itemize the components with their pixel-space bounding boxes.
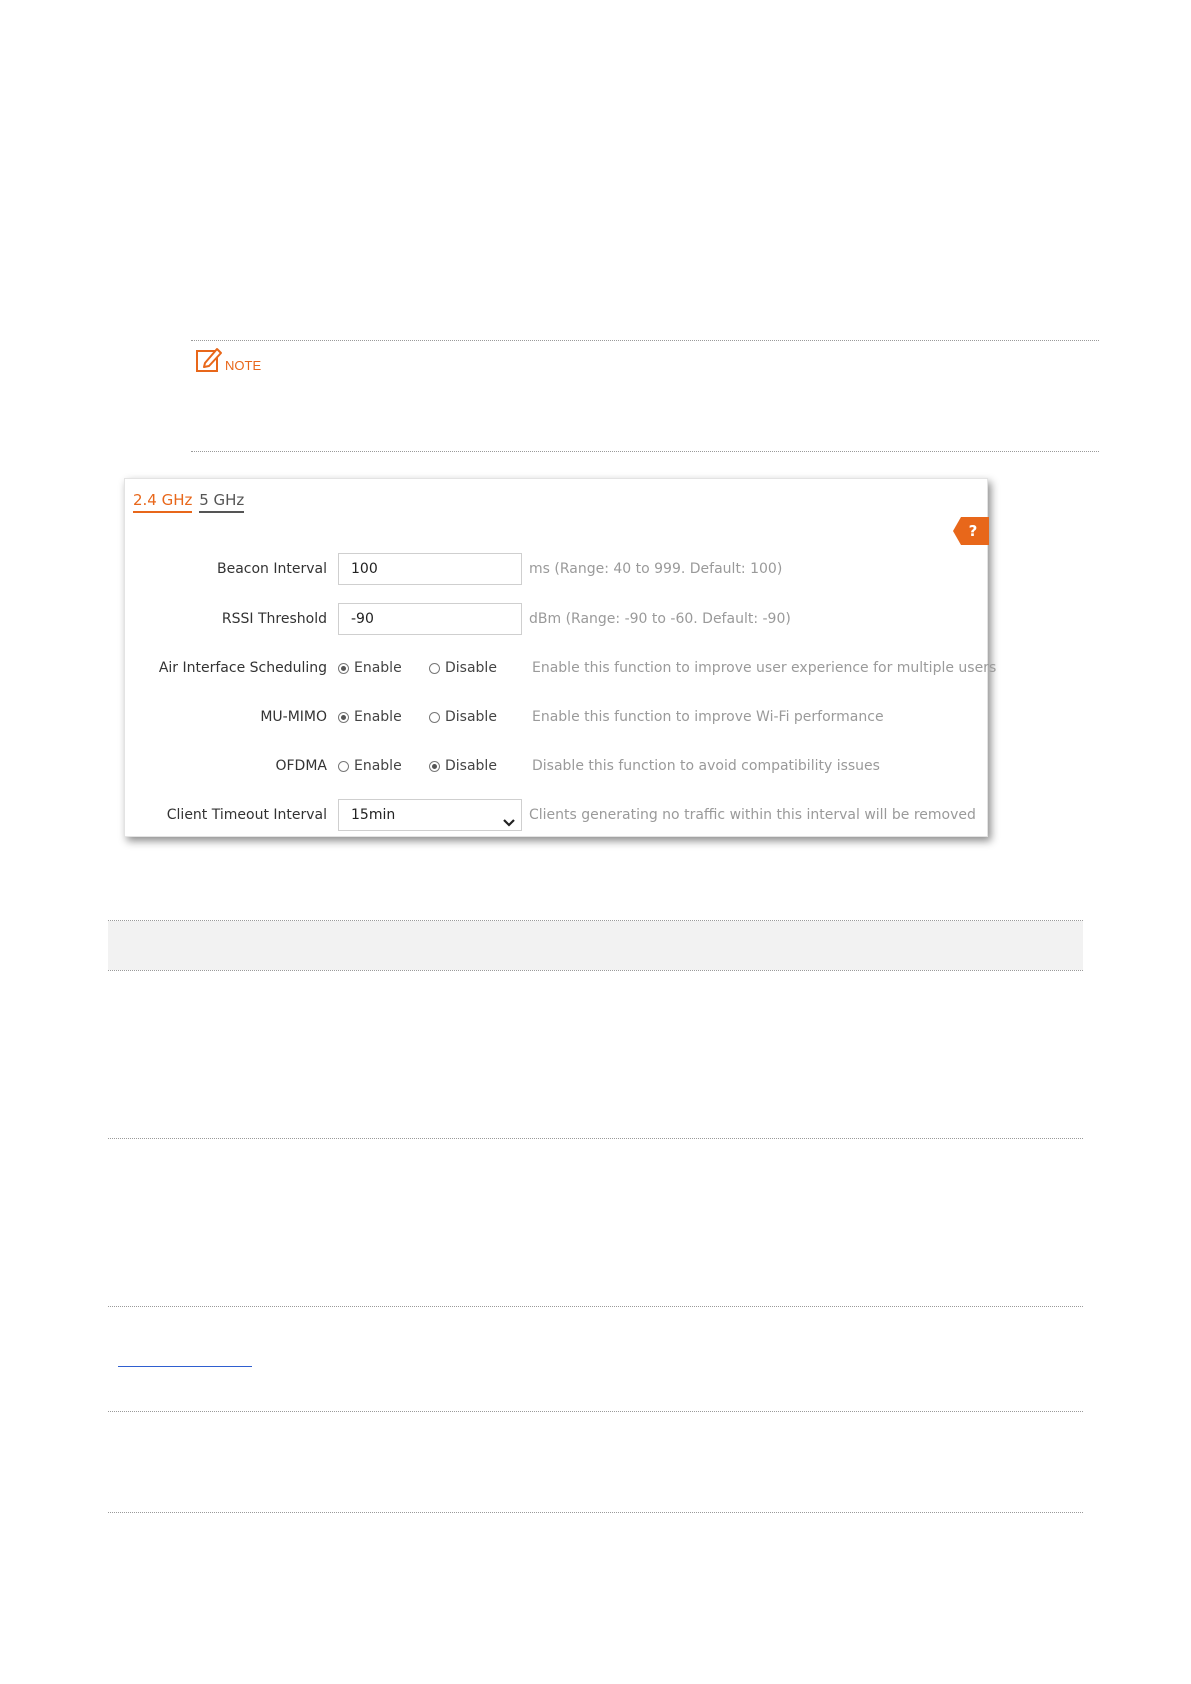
ofdma-enable-radio[interactable]: Enable bbox=[338, 750, 402, 782]
radio-label: Disable bbox=[445, 660, 497, 676]
radio-unchecked-icon bbox=[429, 711, 440, 723]
air-interface-scheduling-label: Air Interface Scheduling bbox=[158, 660, 327, 676]
ofdma-disable-radio[interactable]: Disable bbox=[429, 750, 497, 782]
table-header-rule bbox=[108, 970, 1083, 971]
note-top-rule bbox=[191, 340, 1099, 341]
mu-mimo-hint: Enable this function to improve Wi-Fi pe… bbox=[532, 709, 884, 725]
help-button[interactable]: ? bbox=[953, 517, 989, 545]
rssi-threshold-row: RSSI Threshold -90 dBm (Range: -90 to -6… bbox=[125, 603, 987, 635]
table-row-rule-2 bbox=[108, 1306, 1083, 1307]
ofdma-row: OFDMA Enable Disable Disable this functi… bbox=[125, 750, 987, 782]
tab-5ghz[interactable]: 5 GHz bbox=[199, 491, 245, 513]
beacon-interval-row: Beacon Interval 100 ms (Range: 40 to 999… bbox=[125, 553, 987, 585]
beacon-interval-hint: ms (Range: 40 to 999. Default: 100) bbox=[529, 561, 783, 577]
note-heading: NOTE bbox=[195, 345, 261, 373]
mu-mimo-row: MU-MIMO Enable Disable Enable this funct… bbox=[125, 701, 987, 733]
radio-label: Enable bbox=[354, 660, 402, 676]
client-timeout-select[interactable]: 15min bbox=[338, 799, 522, 831]
air-interface-scheduling-row: Air Interface Scheduling Enable Disable … bbox=[125, 652, 996, 684]
table-row-rule-1 bbox=[108, 1138, 1083, 1139]
hyperlink-underline[interactable] bbox=[118, 1366, 252, 1367]
mu-mimo-enable-radio[interactable]: Enable bbox=[338, 701, 402, 733]
note-label: NOTE bbox=[225, 358, 262, 373]
table-row-rule-3 bbox=[108, 1411, 1083, 1412]
rssi-threshold-label: RSSI Threshold bbox=[221, 611, 327, 627]
mu-mimo-disable-radio[interactable]: Disable bbox=[429, 701, 497, 733]
rssi-threshold-hint: dBm (Range: -90 to -60. Default: -90) bbox=[529, 611, 791, 627]
mu-mimo-label: MU-MIMO bbox=[260, 709, 327, 725]
client-timeout-label: Client Timeout Interval bbox=[166, 807, 327, 823]
radio-unchecked-icon bbox=[338, 760, 349, 772]
client-timeout-value: 15min bbox=[351, 807, 396, 823]
radio-checked-icon bbox=[429, 760, 440, 772]
wireless-settings-panel: 2.4 GHz 5 GHz ? Beacon Interval 100 ms (… bbox=[124, 478, 996, 837]
ofdma-label: OFDMA bbox=[275, 758, 327, 774]
radio-label: Enable bbox=[354, 709, 402, 725]
beacon-interval-input[interactable]: 100 bbox=[338, 553, 522, 585]
table-header-band bbox=[108, 921, 1083, 970]
note-bottom-rule bbox=[191, 451, 1099, 452]
radio-label: Disable bbox=[445, 758, 497, 774]
ofdma-hint: Disable this function to avoid compatibi… bbox=[532, 758, 880, 774]
band-tabs: 2.4 GHz 5 GHz bbox=[133, 491, 245, 513]
air-interface-hint: Enable this function to improve user exp… bbox=[532, 660, 997, 676]
client-timeout-hint: Clients generating no traffic within thi… bbox=[529, 807, 976, 823]
radio-label: Disable bbox=[445, 709, 497, 725]
air-interface-disable-radio[interactable]: Disable bbox=[429, 652, 497, 684]
beacon-interval-label: Beacon Interval bbox=[217, 561, 327, 577]
client-timeout-row: Client Timeout Interval 15min Clients ge… bbox=[125, 799, 987, 831]
radio-checked-icon bbox=[338, 662, 349, 674]
chevron-down-icon bbox=[503, 809, 515, 839]
radio-label: Enable bbox=[354, 758, 402, 774]
air-interface-enable-radio[interactable]: Enable bbox=[338, 652, 402, 684]
table-bottom-rule bbox=[108, 1512, 1083, 1513]
tab-2-4ghz[interactable]: 2.4 GHz bbox=[133, 491, 193, 513]
rssi-threshold-input[interactable]: -90 bbox=[338, 603, 522, 635]
radio-unchecked-icon bbox=[429, 662, 440, 674]
radio-checked-icon bbox=[338, 711, 349, 723]
note-edit-icon bbox=[195, 345, 223, 373]
